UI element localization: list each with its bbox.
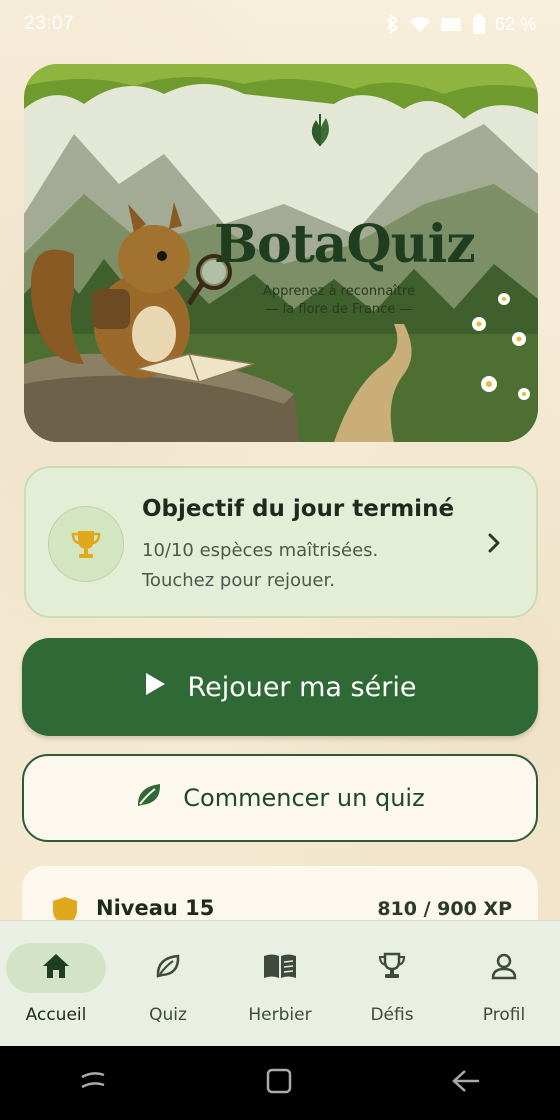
home-button-icon[interactable] <box>266 1068 292 1098</box>
nav-item-accueil[interactable]: Accueil <box>0 921 112 1047</box>
leaf-outline-icon <box>154 952 182 984</box>
home-icon <box>41 952 71 984</box>
nav-label-herbier: Herbier <box>248 1005 312 1025</box>
person-icon <box>490 952 518 984</box>
nav-label-profil: Profil <box>482 1005 526 1025</box>
nav-active-indicator <box>6 943 106 993</box>
chevron-right-icon <box>482 530 506 556</box>
goal-progress-text: 10/10 espèces maîtrisées. <box>142 540 379 561</box>
app-subtitle-line1: Apprenez à reconnaître <box>262 284 416 299</box>
book-icon <box>262 952 298 984</box>
nav-item-profil[interactable]: Profil <box>448 921 560 1047</box>
nav-pill-defis <box>342 943 442 993</box>
wifi-icon <box>409 15 431 33</box>
nav-item-herbier[interactable]: Herbier <box>224 921 336 1047</box>
battery-icon <box>472 14 485 34</box>
play-icon <box>144 672 166 703</box>
signal-icon <box>440 15 463 33</box>
hero-banner: BotaQuiz Apprenez à reconnaître — la flo… <box>24 64 538 442</box>
status-time: 23:07 <box>24 13 75 34</box>
goal-hint-text: Touchez pour rejouer. <box>142 570 335 591</box>
goal-title: Objectif du jour terminé <box>142 496 455 522</box>
battery-percent: 62 % <box>494 13 536 34</box>
status-icons: 62 % <box>385 14 536 35</box>
trophy-outline-icon <box>377 951 407 985</box>
daily-goal-card[interactable]: Objectif du jour terminé 10/10 espèces m… <box>24 466 538 618</box>
nav-item-defis[interactable]: Défis <box>336 921 448 1047</box>
bottom-navigation: Accueil Quiz Herbier Défis Profil <box>0 920 560 1046</box>
app-subtitle-line2: — la flore de France — <box>265 302 413 317</box>
level-label: Niveau 15 <box>96 896 215 920</box>
system-navigation-bar <box>0 1046 560 1120</box>
nav-item-quiz[interactable]: Quiz <box>112 921 224 1047</box>
trophy-icon <box>48 506 124 582</box>
replay-series-button[interactable]: Rejouer ma série <box>22 638 538 736</box>
nav-label-accueil: Accueil <box>25 1005 87 1025</box>
replay-series-label: Rejouer ma série <box>187 671 417 703</box>
app-title: BotaQuiz <box>214 214 476 275</box>
status-bar: 23:07 62 % <box>0 0 560 48</box>
recent-apps-icon[interactable] <box>79 1069 107 1097</box>
nav-pill-quiz <box>118 943 218 993</box>
nav-pill-herbier <box>230 943 330 993</box>
leaf-icon <box>135 781 163 815</box>
level-xp: 810 / 900 XP <box>377 898 512 920</box>
nav-label-defis: Défis <box>370 1005 414 1025</box>
back-icon[interactable] <box>451 1068 481 1098</box>
start-quiz-label: Commencer un quiz <box>183 784 425 812</box>
bluetooth-icon <box>385 14 399 34</box>
start-quiz-button[interactable]: Commencer un quiz <box>22 754 538 842</box>
nav-label-quiz: Quiz <box>149 1005 187 1025</box>
nav-pill-profil <box>454 943 554 993</box>
